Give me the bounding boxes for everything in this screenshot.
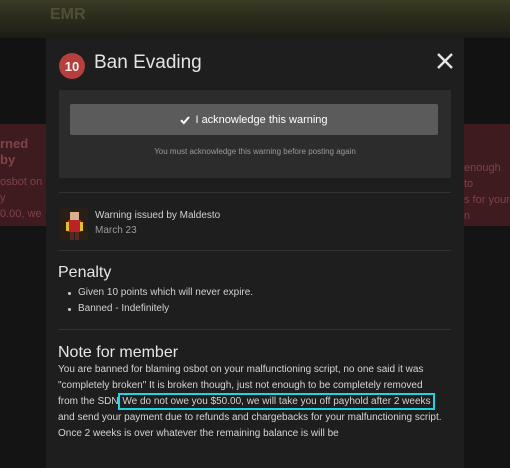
warning-modal: 10 Ban Evading I acknowledge this warnin… [46, 38, 464, 468]
divider [59, 329, 451, 330]
check-icon [180, 115, 191, 124]
note-body: You are banned for blaming osbot on your… [58, 362, 458, 442]
warning-points-badge: 10 [59, 53, 85, 79]
note-line: and send your payment due to refunds and… [58, 412, 442, 423]
note-line-text: from the SDN [58, 396, 119, 407]
acknowledge-button-label: I acknowledge this warning [195, 113, 328, 126]
penalty-heading: Penalty [58, 264, 112, 281]
note-line: from the SDN We do not owe you $50.00, w… [58, 393, 458, 410]
modal-title: Ban Evading [94, 52, 202, 73]
acknowledge-panel: I acknowledge this warning You must ackn… [59, 90, 451, 178]
penalty-list: Given 10 points which will never expire.… [68, 285, 253, 317]
divider [59, 192, 451, 193]
divider [59, 250, 451, 251]
note-heading: Note for member [58, 344, 179, 361]
note-line: "completely broken" It is broken though,… [58, 380, 423, 391]
modal-header: 10 Ban Evading [46, 38, 464, 90]
issuer-text: Warning issued by Maldesto [95, 210, 221, 221]
acknowledge-button[interactable]: I acknowledge this warning [70, 104, 438, 135]
acknowledge-note: You must acknowledge this warning before… [154, 147, 356, 156]
close-icon[interactable] [434, 50, 456, 72]
note-line: Once 2 weeks is over whatever the remain… [58, 428, 339, 439]
warning-issuer: Warning issued by Maldesto March 23 [60, 208, 452, 242]
issuer-date: March 23 [95, 225, 137, 236]
note-line: You are banned for blaming osbot on your… [58, 364, 424, 375]
penalty-item: Banned - Indefinitely [68, 301, 253, 317]
highlighted-note-text: We do not owe you $50.00, we will take y… [118, 393, 435, 410]
penalty-item: Given 10 points which will never expire. [68, 285, 253, 301]
avatar [60, 208, 88, 240]
